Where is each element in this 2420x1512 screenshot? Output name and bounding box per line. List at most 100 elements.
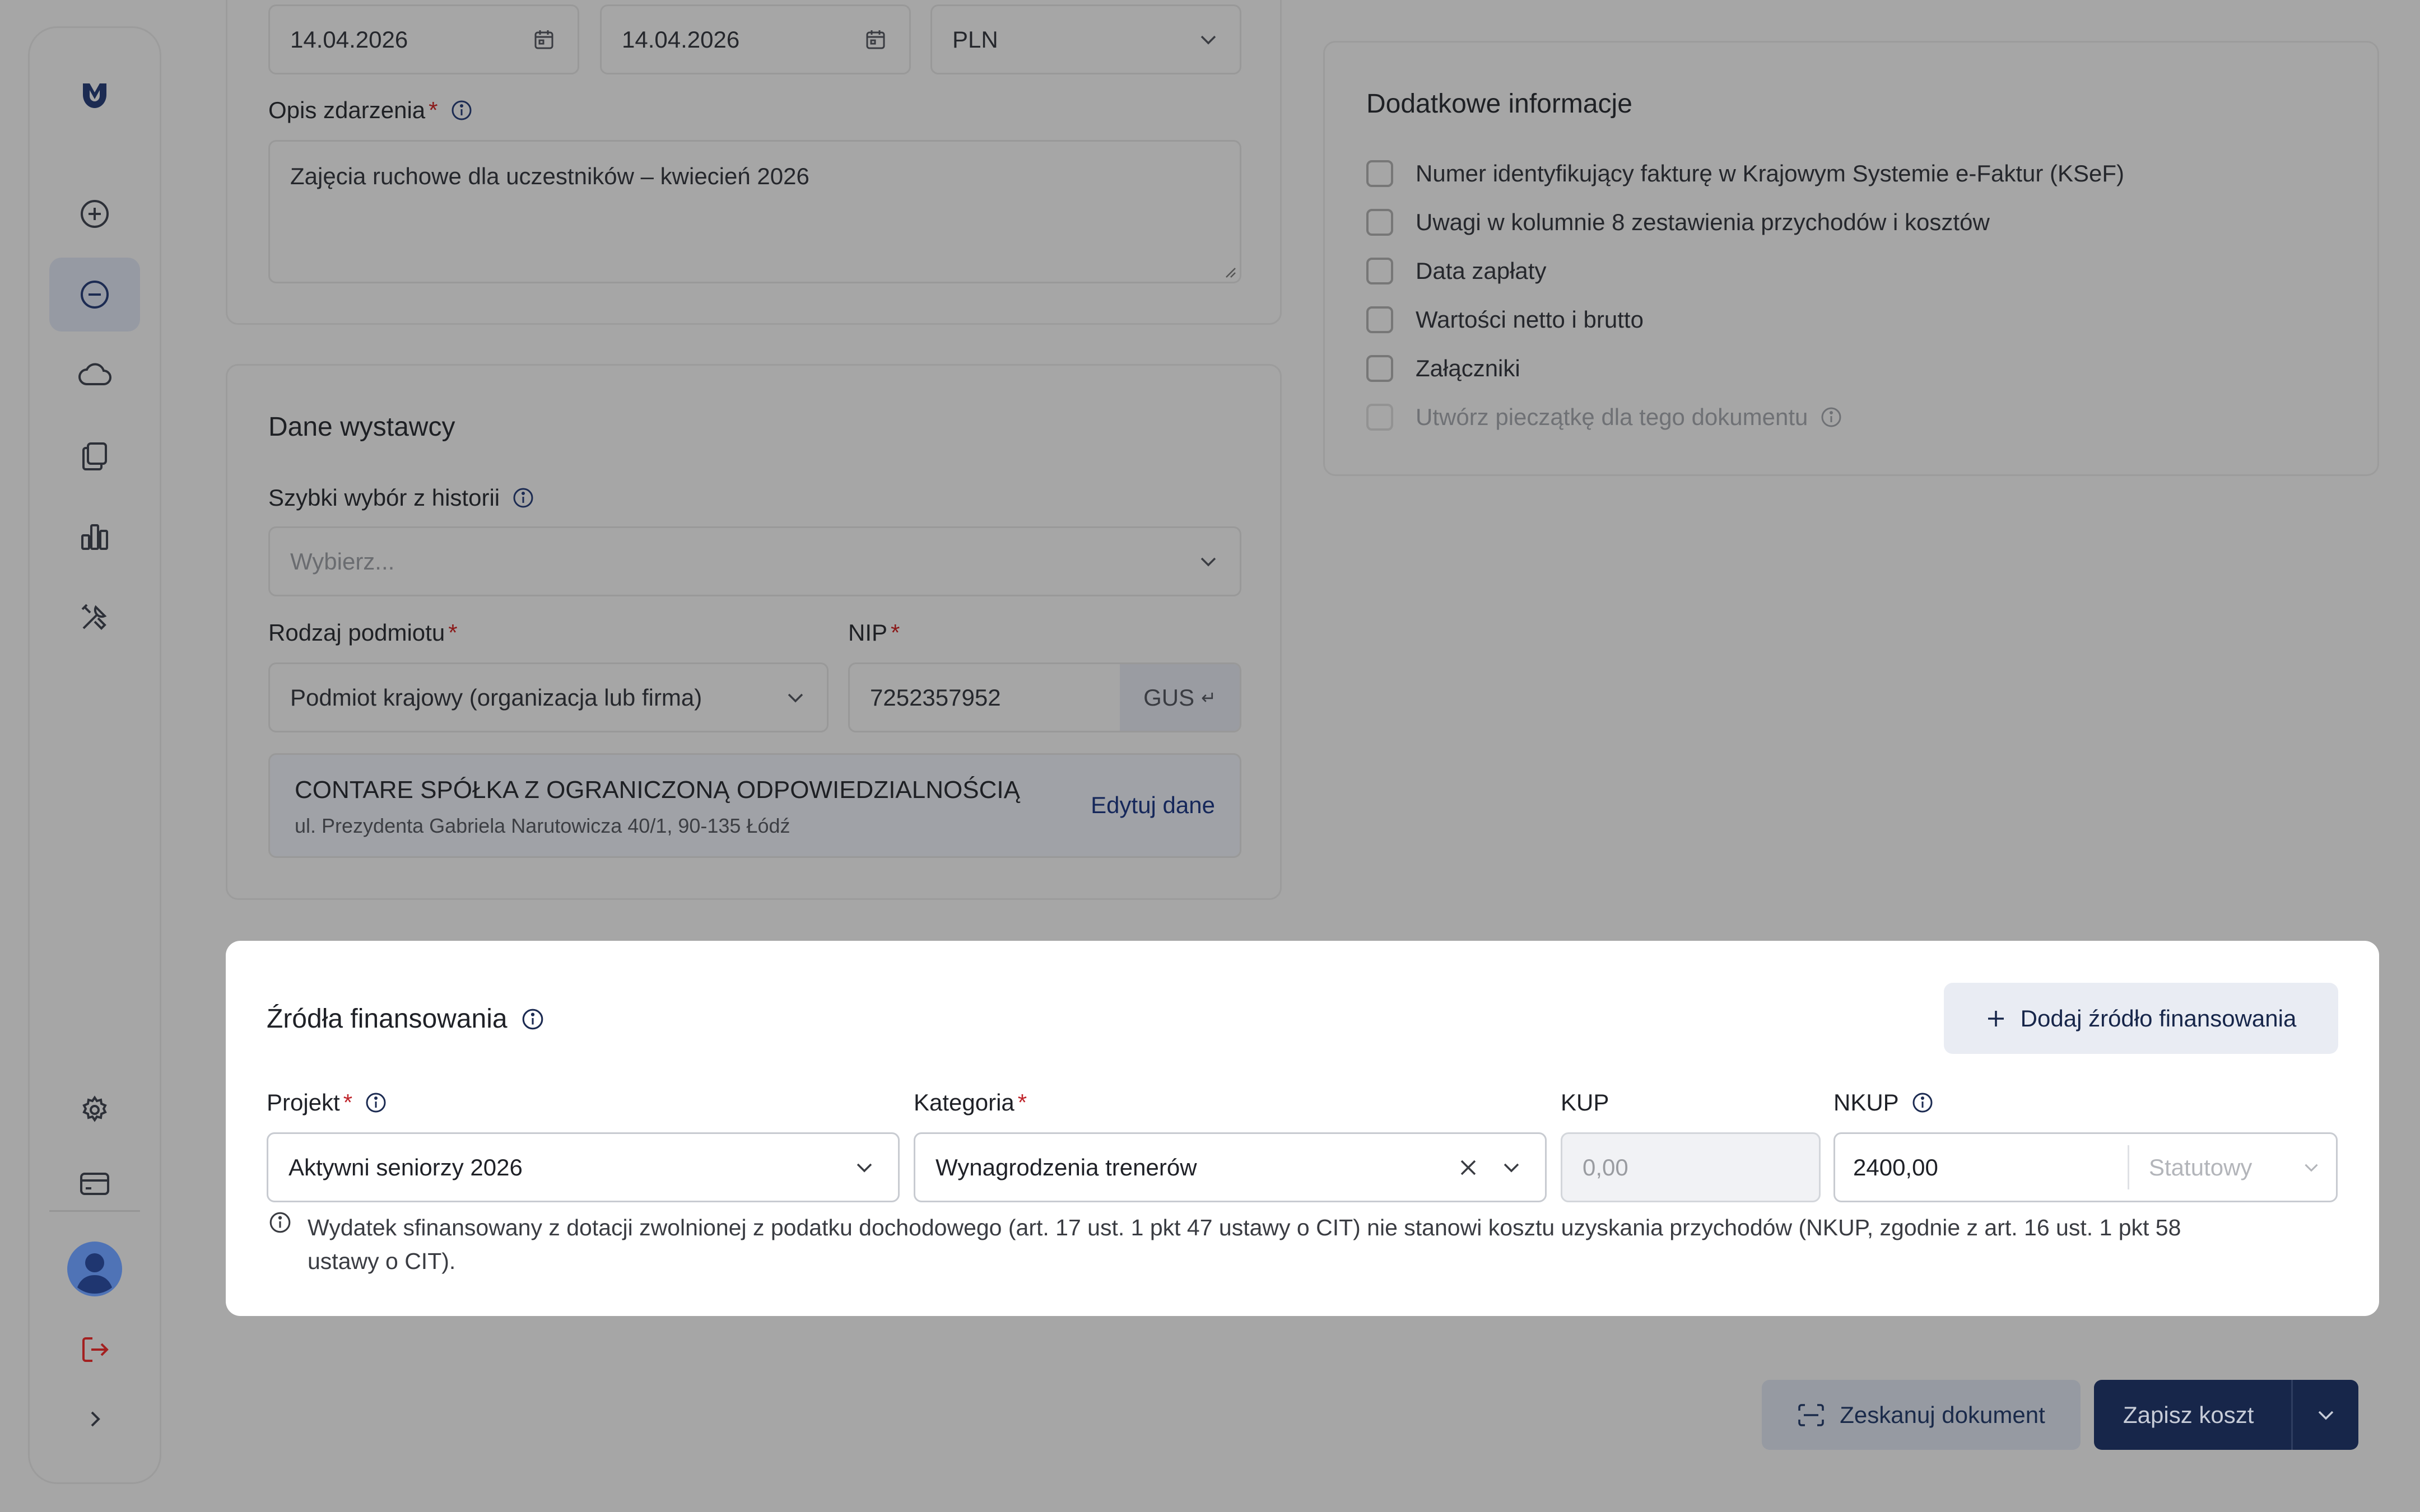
funding-title: Źródła finansowania xyxy=(267,1004,544,1034)
gear-icon xyxy=(82,1095,107,1122)
chevron-down-icon xyxy=(1200,557,1216,566)
tools-icon xyxy=(81,604,107,630)
extra-info-card: Dodatkowe informacje Numer identyfikując… xyxy=(1323,41,2379,476)
description-label: Opis zdarzenia * xyxy=(268,97,473,124)
calendar-icon xyxy=(534,30,553,49)
checkbox[interactable] xyxy=(1366,258,1393,284)
info-icon xyxy=(366,1093,386,1113)
scan-document-button[interactable]: Zeskanuj dokument xyxy=(1762,1380,2081,1450)
sidebar-divider xyxy=(49,1210,140,1212)
logout-button[interactable] xyxy=(49,1313,140,1387)
files-icon xyxy=(82,442,107,470)
card-icon xyxy=(80,1173,109,1195)
nav-tools[interactable] xyxy=(49,580,140,654)
save-cost-button[interactable]: Zapisz koszt xyxy=(2094,1380,2358,1450)
save-cost-label: Zapisz koszt xyxy=(2123,1401,2254,1428)
add-funding-label: Dodaj źródło finansowania xyxy=(2020,1005,2297,1032)
nkup-value: 2400,00 xyxy=(1853,1154,1938,1180)
resize-handle-icon[interactable] xyxy=(1221,263,1236,278)
checkbox[interactable] xyxy=(1366,209,1393,236)
nav-costs[interactable] xyxy=(49,258,140,332)
chevron-down-icon xyxy=(1200,35,1216,44)
add-funding-button[interactable]: Dodaj źródło finansowania xyxy=(1944,983,2338,1054)
nkup-label: NKUP xyxy=(1833,1089,1934,1116)
gus-label: GUS xyxy=(1143,684,1195,711)
ksef-option[interactable]: Numer identyfikujący fakturę w Krajowym … xyxy=(1366,160,2124,187)
remarks-option[interactable]: Uwagi w kolumnie 8 zestawienia przychodó… xyxy=(1366,209,1990,236)
company-summary: CONTARE SPÓŁKA Z OGRANICZONĄ ODPOWIEDZIA… xyxy=(268,753,1241,858)
issuer-title: Dane wystawcy xyxy=(268,412,455,442)
project-select[interactable]: Aktywni seniorzy 2026 xyxy=(267,1132,900,1202)
clear-icon[interactable] xyxy=(1459,1158,1478,1177)
payment-date-option[interactable]: Data zapłaty xyxy=(1366,258,1546,284)
entity-type-label: Rodzaj podmiotu * xyxy=(268,619,458,646)
nav-settings[interactable] xyxy=(49,1073,140,1147)
funding-note-line-1: Wydatek sfinansowany z dotacji zwolnione… xyxy=(308,1215,2181,1240)
chevron-down-icon xyxy=(788,693,803,702)
currency-select[interactable]: PLN xyxy=(930,4,1241,74)
nav-cloud[interactable] xyxy=(49,338,140,412)
nip-field[interactable]: 7252357952 GUS ↵ xyxy=(848,662,1241,732)
chevron-down-icon xyxy=(1504,1163,1519,1172)
currency-value: PLN xyxy=(952,26,998,53)
kup-label: KUP xyxy=(1561,1089,1609,1116)
nip-label: NIP * xyxy=(848,619,900,646)
chevron-down-icon xyxy=(2305,1164,2318,1172)
description-value: Zajęcia ruchowe dla uczestników – kwieci… xyxy=(290,163,809,189)
sale-date-field[interactable]: 14.04.2026 xyxy=(600,4,911,74)
stamp-option: Utwórz pieczątkę dla tego dokumentu xyxy=(1366,404,1842,431)
scan-label: Zeskanuj dokument xyxy=(1840,1401,2045,1428)
funding-note-line-2: ustawy o CIT). xyxy=(308,1248,456,1274)
issue-date-value: 14.04.2026 xyxy=(290,26,408,53)
checkbox[interactable] xyxy=(1366,355,1393,382)
checkbox[interactable] xyxy=(1366,306,1393,333)
kup-input: 0,00 xyxy=(1561,1132,1821,1202)
logout-icon xyxy=(82,1337,109,1362)
issuer-card: Dane wystawcy Szybki wybór z historii Wy… xyxy=(226,364,1282,900)
scan-icon xyxy=(1798,1403,1824,1426)
nav-reports[interactable] xyxy=(49,500,140,573)
checkbox xyxy=(1366,404,1393,431)
plus-circle-icon xyxy=(81,200,109,228)
field-divider xyxy=(2128,1145,2129,1189)
history-placeholder: Wybierz... xyxy=(290,548,395,575)
description-textarea[interactable]: Zajęcia ruchowe dla uczestników – kwieci… xyxy=(268,140,1241,283)
attachments-option[interactable]: Załączniki xyxy=(1366,355,1520,382)
nkup-type-select[interactable]: Statutowy xyxy=(2149,1154,2252,1181)
extra-info-title: Dodatkowe informacje xyxy=(1366,89,1632,119)
sidebar xyxy=(28,26,161,1484)
info-icon xyxy=(1821,407,1841,427)
category-value: Wynagrodzenia trenerów xyxy=(936,1154,1197,1180)
edit-company-link[interactable]: Edytuj dane xyxy=(1091,792,1215,819)
event-card: 14.04.2026 14.04.2026 PLN Opis zdarzenia… xyxy=(226,0,1282,325)
plus-icon xyxy=(1988,1010,2004,1026)
company-name: CONTARE SPÓŁKA Z OGRANICZONĄ ODPOWIEDZIA… xyxy=(295,776,1020,804)
expand-sidebar-button[interactable] xyxy=(49,1382,140,1456)
checkbox[interactable] xyxy=(1366,160,1393,187)
info-icon xyxy=(513,488,533,508)
entity-type-value: Podmiot krajowy (organizacja lub firma) xyxy=(290,684,702,711)
funding-panel: Źródła finansowania Dodaj źródło finanso… xyxy=(226,941,2379,1316)
chevron-down-icon xyxy=(857,1163,872,1172)
nkup-field[interactable]: 2400,00 Statutowy xyxy=(1833,1132,2338,1202)
history-select[interactable]: Wybierz... xyxy=(268,526,1241,596)
category-select[interactable]: Wynagrodzenia trenerów xyxy=(914,1132,1547,1202)
minus-circle-icon xyxy=(81,281,109,309)
nav-documents[interactable] xyxy=(49,419,140,493)
logo-icon xyxy=(83,83,106,108)
gus-button[interactable]: GUS ↵ xyxy=(1120,664,1240,731)
issue-date-field[interactable]: 14.04.2026 xyxy=(268,4,579,74)
net-gross-option[interactable]: Wartości netto i brutto xyxy=(1366,306,1644,333)
company-address: ul. Prezydenta Gabriela Narutowicza 40/1… xyxy=(295,814,790,837)
funding-note: Wydatek sfinansowany z dotacji zwolnione… xyxy=(308,1211,2181,1278)
avatar[interactable] xyxy=(49,1232,140,1306)
chevron-down-icon xyxy=(2318,1411,2333,1420)
chevron-right-icon xyxy=(91,1411,100,1427)
enter-icon: ↵ xyxy=(1201,687,1216,708)
sale-date-value: 14.04.2026 xyxy=(622,26,740,53)
project-value: Aktywni seniorzy 2026 xyxy=(288,1154,523,1180)
entity-type-select[interactable]: Podmiot krajowy (organizacja lub firma) xyxy=(268,662,829,732)
save-options-dropdown[interactable] xyxy=(2293,1380,2358,1450)
logo[interactable] xyxy=(49,58,140,132)
nav-income[interactable] xyxy=(49,177,140,251)
